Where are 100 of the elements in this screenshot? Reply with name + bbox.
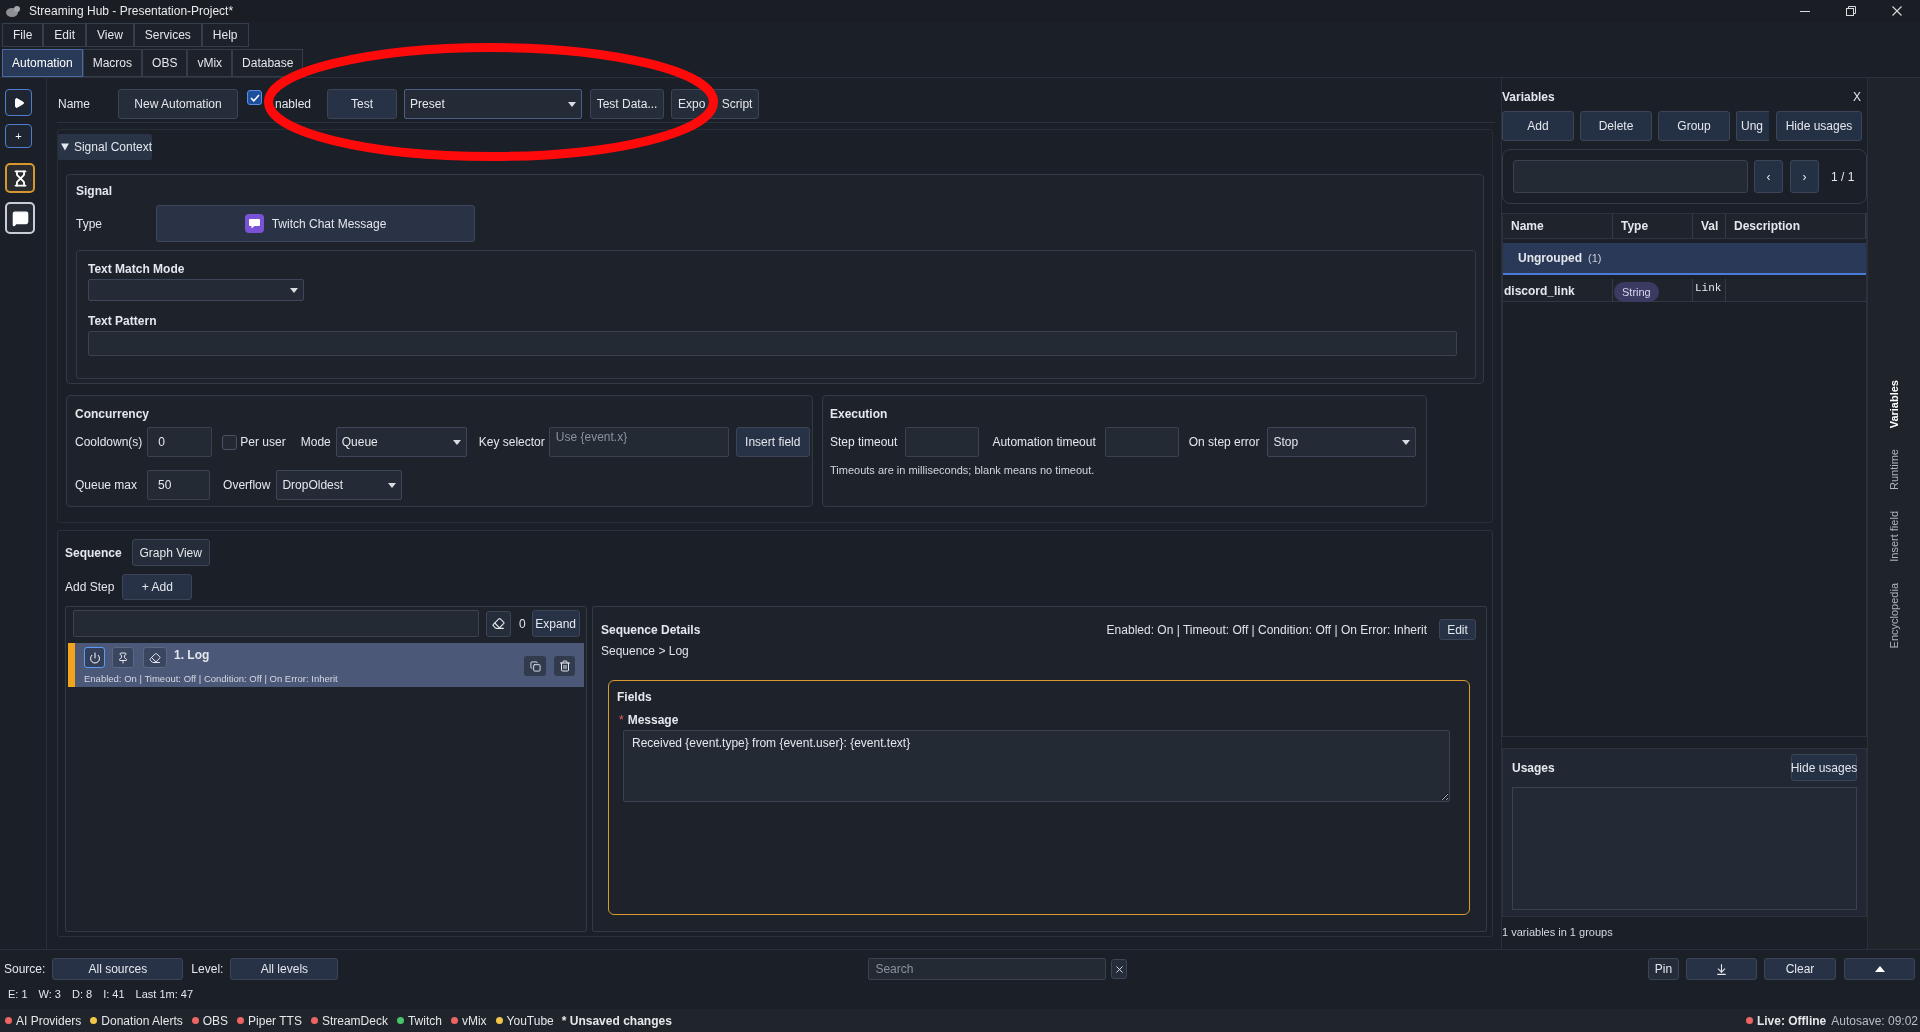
column-header[interactable]: Type [1613,214,1693,238]
clear-search-button[interactable] [1111,959,1128,979]
delete-button[interactable] [554,656,575,676]
field-label: Cooldown(s) [75,434,143,451]
provider-status: StreamDeck [321,1012,388,1030]
menu-item[interactable]: Help [201,23,249,47]
step-row[interactable]: 1. Log Enabled: On | Timeout: Off | Condition: Off | On Error: Inherit [68,643,584,687]
text-input[interactable] [88,331,1457,356]
checkbox[interactable] [222,434,238,450]
automation-name-button[interactable]: New Automation [118,89,238,119]
toolbar-button[interactable]: Hide usages [1776,111,1862,141]
add-step-button[interactable]: + Add [122,574,193,600]
tab[interactable]: Automation [2,49,83,77]
add-button[interactable]: + [5,124,32,148]
checkbox[interactable] [247,90,262,105]
tab[interactable]: Macros [82,49,143,77]
number-input[interactable] [905,427,980,457]
column-header[interactable]: Name [1503,214,1613,238]
timer-button[interactable] [5,163,35,193]
play-icon [12,96,25,109]
search-input[interactable]: Search [868,958,1107,980]
side-tab[interactable]: Encyclopedia [1887,583,1901,649]
window-title: Streaming Hub - Presentation-Project* [29,3,234,20]
clear-button[interactable]: Clear [1764,958,1836,980]
power-button[interactable] [84,647,105,668]
hide-usages-button[interactable]: Hide usages [1791,754,1857,781]
text-input[interactable]: Use {event.x} [548,427,729,457]
log-stat: D: 8 [72,987,93,1002]
live-status: Live: Offline [1756,1012,1827,1030]
close-panel-button[interactable]: X [1853,88,1861,106]
status-text: 1 variables in 1 groups [1502,925,1614,940]
signal-type-button[interactable]: Twitch Chat Message [156,205,475,242]
pin-button[interactable]: Pin [1648,958,1679,980]
toolbar-button[interactable]: Delete [1580,111,1652,141]
side-tab[interactable]: Variables [1887,380,1901,429]
close-icon [1892,6,1902,16]
edit-button[interactable]: Edit [1439,619,1476,640]
log-stat: E: 1 [8,987,28,1002]
dropdown[interactable]: DropOldest [276,470,403,500]
dropdown[interactable]: Preset [404,89,583,119]
test-data-button[interactable]: Test Data... [590,89,665,119]
group-count: (1) [1588,250,1602,266]
panel-title: Sequence Details [601,621,701,639]
previous-button[interactable]: ‹ [1754,160,1783,193]
side-tab[interactable]: Insert field [1887,511,1901,563]
eraser-button[interactable] [143,647,167,668]
section-title: Execution [830,406,889,423]
toolbar-button[interactable]: Add [1502,111,1574,141]
toolbar-button[interactable]: Ung [1736,111,1769,141]
number-input[interactable] [1104,427,1179,457]
chat-button[interactable] [5,202,35,234]
tab[interactable]: vMix [187,49,233,77]
triangle-up-icon [1874,966,1885,972]
group-row[interactable]: Ungrouped (1) [1503,243,1866,275]
test-button[interactable]: Test [327,89,398,119]
column-header[interactable]: Description [1726,214,1866,238]
expand-button[interactable]: Expand [531,610,580,637]
search-input[interactable] [1513,160,1748,193]
source-filter-button[interactable]: All sources [52,958,184,980]
hint-text: Timeouts are in milliseconds; blank means no timeout. [830,463,1096,478]
play-button[interactable] [5,89,32,116]
eraser-icon [492,617,505,630]
step-title: 1. Log [174,647,210,663]
dropdown[interactable]: Stop [1267,427,1417,457]
dropdown[interactable]: Queue [335,427,467,457]
toolbar-button[interactable]: Group [1658,111,1730,141]
next-button[interactable]: › [1790,160,1819,193]
scroll-up-button[interactable] [1844,958,1915,980]
provider-status: Twitch [407,1012,442,1030]
message-textarea[interactable]: Received {event.type} from {event.user}: {event.text} [623,730,1450,802]
section-title: Concurrency [75,406,151,423]
tab[interactable]: Database [232,49,304,77]
clear-filter-button[interactable] [486,610,511,637]
field-label: Key selector [478,434,545,451]
trash-icon [558,660,571,672]
section-header[interactable]: Signal Context [58,134,152,160]
number-input[interactable]: 50 [147,470,211,500]
field-label: Level: [191,961,224,978]
field-label: Name [58,96,91,113]
pin-button[interactable] [112,647,134,668]
level-filter-button[interactable]: All levels [230,958,339,980]
column-header[interactable]: Val [1693,214,1726,238]
duplicate-button[interactable] [524,656,546,676]
number-input[interactable]: 0 [147,427,213,457]
eraser-icon [149,651,161,664]
insert-field-button[interactable]: Insert field [735,427,810,457]
field-label: On step error [1188,434,1260,451]
menu-item[interactable]: View [86,23,134,47]
side-tab[interactable]: Runtime [1887,449,1901,491]
filter-input[interactable] [73,610,479,637]
tab[interactable]: OBS [142,49,188,77]
close-icon [1113,963,1125,975]
menu-item[interactable]: File [2,23,44,47]
field-label: Type [76,215,103,233]
log-stat: I: 41 [103,987,125,1002]
provider-status: vMix [461,1012,487,1030]
menu-item[interactable]: Edit [43,23,87,47]
provider-status: YouTube [506,1012,554,1030]
graph-view-button[interactable]: Graph View [131,539,210,566]
menu-item[interactable]: Services [133,23,202,47]
